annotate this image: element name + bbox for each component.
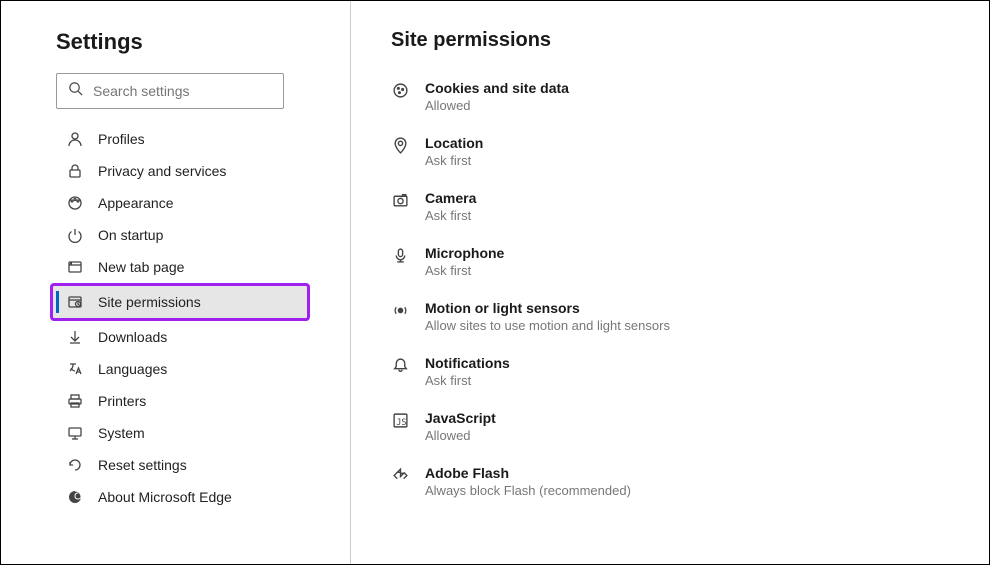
perm-sub: Ask first [425, 263, 504, 278]
sidebar-item-system[interactable]: System [56, 417, 316, 449]
perm-sub: Ask first [425, 208, 476, 223]
sidebar-item-about[interactable]: About Microsoft Edge [56, 481, 316, 513]
profile-icon [66, 130, 84, 148]
flash-icon [391, 466, 409, 484]
search-box[interactable] [56, 73, 284, 109]
search-input[interactable] [93, 83, 272, 99]
nav-label: On startup [98, 227, 163, 243]
language-icon [66, 360, 84, 378]
location-icon [391, 136, 409, 154]
perm-title: JavaScript [425, 410, 496, 426]
permission-location[interactable]: Location Ask first [391, 135, 949, 168]
nav-label: Printers [98, 393, 146, 409]
sidebar-item-printers[interactable]: Printers [56, 385, 316, 417]
sidebar-item-appearance[interactable]: Appearance [56, 187, 316, 219]
camera-icon [391, 191, 409, 209]
perm-sub: Ask first [425, 373, 510, 388]
perm-title: Adobe Flash [425, 465, 631, 481]
javascript-icon: JS [391, 411, 409, 429]
nav-label: About Microsoft Edge [98, 489, 232, 505]
sidebar-item-downloads[interactable]: Downloads [56, 321, 316, 353]
search-icon [68, 81, 83, 101]
lock-icon [66, 162, 84, 180]
nav-label: System [98, 425, 145, 441]
perm-title: Notifications [425, 355, 510, 371]
main-content: Site permissions Cookies and site data A… [351, 1, 989, 564]
perm-sub: Allowed [425, 98, 569, 113]
svg-text:JS: JS [396, 417, 406, 427]
perm-title: Camera [425, 190, 476, 206]
perm-title: Location [425, 135, 483, 151]
permission-motion[interactable]: Motion or light sensors Allow sites to u… [391, 300, 949, 333]
permission-camera[interactable]: Camera Ask first [391, 190, 949, 223]
permission-notifications[interactable]: Notifications Ask first [391, 355, 949, 388]
edge-icon [66, 488, 84, 506]
newtab-icon [66, 258, 84, 276]
bell-icon [391, 356, 409, 374]
perm-sub: Ask first [425, 153, 483, 168]
nav-label: New tab page [98, 259, 184, 275]
nav-label: Downloads [98, 329, 167, 345]
sidebar-item-profiles[interactable]: Profiles [56, 123, 316, 155]
permission-microphone[interactable]: Microphone Ask first [391, 245, 949, 278]
perm-sub: Allow sites to use motion and light sens… [425, 318, 670, 333]
sidebar-item-site-permissions[interactable]: Site permissions [50, 283, 310, 321]
printer-icon [66, 392, 84, 410]
power-icon [66, 226, 84, 244]
permission-cookies[interactable]: Cookies and site data Allowed [391, 80, 949, 113]
permissions-icon [66, 293, 84, 311]
permission-javascript[interactable]: JS JavaScript Allowed [391, 410, 949, 443]
nav-label: Site permissions [98, 294, 201, 310]
nav-label: Appearance [98, 195, 174, 211]
sidebar-item-languages[interactable]: Languages [56, 353, 316, 385]
nav-label: Profiles [98, 131, 145, 147]
sidebar-item-newtab[interactable]: New tab page [56, 251, 316, 283]
microphone-icon [391, 246, 409, 264]
sidebar-item-startup[interactable]: On startup [56, 219, 316, 251]
download-icon [66, 328, 84, 346]
nav-label: Privacy and services [98, 163, 226, 179]
permission-flash[interactable]: Adobe Flash Always block Flash (recommen… [391, 465, 949, 498]
reset-icon [66, 456, 84, 474]
perm-title: Motion or light sensors [425, 300, 670, 316]
system-icon [66, 424, 84, 442]
perm-sub: Always block Flash (recommended) [425, 483, 631, 498]
page-title: Site permissions [391, 29, 949, 52]
cookie-icon [391, 81, 409, 99]
perm-title: Microphone [425, 245, 504, 261]
perm-sub: Allowed [425, 428, 496, 443]
motion-icon [391, 301, 409, 319]
nav-label: Languages [98, 361, 167, 377]
nav-label: Reset settings [98, 457, 187, 473]
sidebar-item-privacy[interactable]: Privacy and services [56, 155, 316, 187]
settings-sidebar: Settings Profiles Privacy and services A… [1, 1, 351, 564]
sidebar-item-reset[interactable]: Reset settings [56, 449, 316, 481]
perm-title: Cookies and site data [425, 80, 569, 96]
settings-title: Settings [56, 29, 320, 55]
appearance-icon [66, 194, 84, 212]
